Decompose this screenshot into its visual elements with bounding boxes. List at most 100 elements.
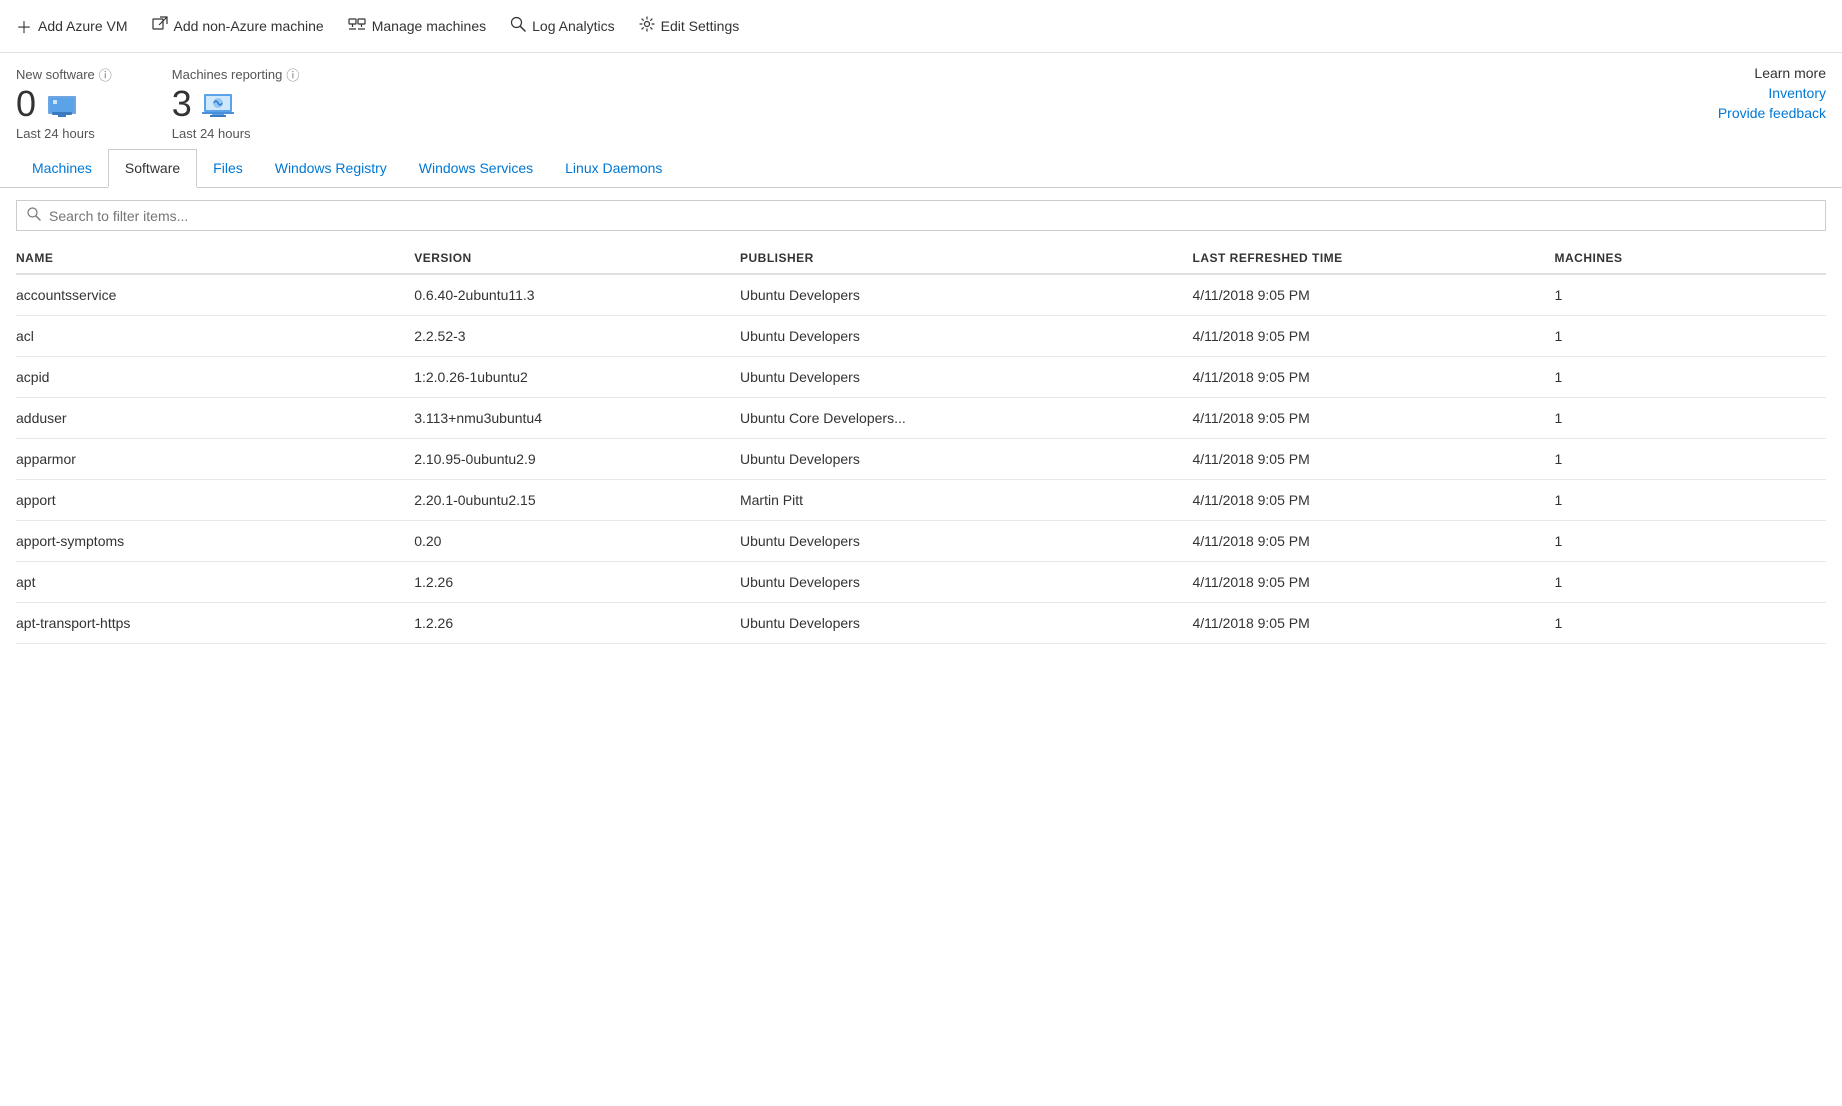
- search-box: [16, 200, 1826, 231]
- cell-version: 3.113+nmu3ubuntu4: [414, 398, 740, 439]
- cell-name: accountsservice: [16, 274, 414, 316]
- table-row[interactable]: acl 2.2.52-3 Ubuntu Developers 4/11/2018…: [16, 316, 1826, 357]
- provide-feedback-link[interactable]: Provide feedback: [1718, 105, 1826, 121]
- cell-last-refreshed: 4/11/2018 9:05 PM: [1192, 562, 1554, 603]
- cell-machines: 1: [1554, 439, 1826, 480]
- new-software-sublabel: Last 24 hours: [16, 126, 112, 141]
- cell-publisher: Ubuntu Developers: [740, 521, 1193, 562]
- table-row[interactable]: apport 2.20.1-0ubuntu2.15 Martin Pitt 4/…: [16, 480, 1826, 521]
- table-container: NAME VERSION PUBLISHER LAST REFRESHED TI…: [0, 243, 1842, 644]
- col-header-publisher: PUBLISHER: [740, 243, 1193, 274]
- cell-version: 1:2.0.26-1ubuntu2: [414, 357, 740, 398]
- cell-machines: 1: [1554, 603, 1826, 644]
- side-links: Learn more Inventory Provide feedback: [1718, 65, 1826, 121]
- software-stat-icon: [44, 86, 80, 122]
- cell-name: apport-symptoms: [16, 521, 414, 562]
- cell-name: apt-transport-https: [16, 603, 414, 644]
- cell-last-refreshed: 4/11/2018 9:05 PM: [1192, 480, 1554, 521]
- tab-files[interactable]: Files: [197, 150, 259, 188]
- table-row[interactable]: acpid 1:2.0.26-1ubuntu2 Ubuntu Developer…: [16, 357, 1826, 398]
- cell-publisher: Ubuntu Developers: [740, 439, 1193, 480]
- inventory-link[interactable]: Inventory: [1768, 85, 1826, 101]
- gear-icon: [639, 16, 655, 37]
- new-software-value: 0: [16, 86, 36, 122]
- cell-last-refreshed: 4/11/2018 9:05 PM: [1192, 603, 1554, 644]
- cell-version: 0.6.40-2ubuntu11.3: [414, 274, 740, 316]
- col-header-last-refreshed: LAST REFRESHED TIME: [1192, 243, 1554, 274]
- add-non-azure-label: Add non-Azure machine: [174, 18, 324, 34]
- new-software-stat: New software ⓘ 0 Last 24 hours: [16, 65, 112, 141]
- search-container: [0, 188, 1842, 243]
- cell-publisher: Ubuntu Developers: [740, 562, 1193, 603]
- tab-machines[interactable]: Machines: [16, 150, 108, 188]
- table-row[interactable]: adduser 3.113+nmu3ubuntu4 Ubuntu Core De…: [16, 398, 1826, 439]
- cell-name: acl: [16, 316, 414, 357]
- add-non-azure-button[interactable]: Add non-Azure machine: [152, 12, 324, 41]
- toolbar: ＋ Add Azure VM Add non-Azure machine Man…: [0, 0, 1842, 53]
- table-row[interactable]: apt 1.2.26 Ubuntu Developers 4/11/2018 9…: [16, 562, 1826, 603]
- cell-publisher: Ubuntu Core Developers...: [740, 398, 1193, 439]
- cell-last-refreshed: 4/11/2018 9:05 PM: [1192, 274, 1554, 316]
- machines-reporting-sublabel: Last 24 hours: [172, 126, 300, 141]
- cell-version: 0.20: [414, 521, 740, 562]
- cell-publisher: Ubuntu Developers: [740, 357, 1193, 398]
- learn-more-text: Learn more: [1754, 65, 1826, 81]
- cell-name: acpid: [16, 357, 414, 398]
- col-header-machines: MACHINES: [1554, 243, 1826, 274]
- cell-version: 2.2.52-3: [414, 316, 740, 357]
- cell-version: 1.2.26: [414, 562, 740, 603]
- cell-name: apport: [16, 480, 414, 521]
- cell-publisher: Ubuntu Developers: [740, 603, 1193, 644]
- plus-icon: ＋: [16, 14, 32, 38]
- cell-last-refreshed: 4/11/2018 9:05 PM: [1192, 316, 1554, 357]
- table-row[interactable]: apt-transport-https 1.2.26 Ubuntu Develo…: [16, 603, 1826, 644]
- search-input[interactable]: [49, 208, 1815, 224]
- tab-linux-daemons[interactable]: Linux Daemons: [549, 150, 678, 188]
- table-row[interactable]: apparmor 2.10.95-0ubuntu2.9 Ubuntu Devel…: [16, 439, 1826, 480]
- cell-version: 2.20.1-0ubuntu2.15: [414, 480, 740, 521]
- cell-machines: 1: [1554, 398, 1826, 439]
- external-link-icon: [152, 16, 168, 37]
- table-header-row: NAME VERSION PUBLISHER LAST REFRESHED TI…: [16, 243, 1826, 274]
- tab-windows-registry[interactable]: Windows Registry: [259, 150, 403, 188]
- cell-machines: 1: [1554, 316, 1826, 357]
- cell-name: apt: [16, 562, 414, 603]
- cell-machines: 1: [1554, 521, 1826, 562]
- edit-settings-button[interactable]: Edit Settings: [639, 12, 740, 41]
- cell-machines: 1: [1554, 357, 1826, 398]
- col-header-name: NAME: [16, 243, 414, 274]
- cell-machines: 1: [1554, 274, 1826, 316]
- edit-settings-label: Edit Settings: [661, 18, 740, 34]
- machine-stat-icon: [200, 86, 236, 122]
- log-analytics-button[interactable]: Log Analytics: [510, 12, 615, 41]
- cell-version: 2.10.95-0ubuntu2.9: [414, 439, 740, 480]
- search-icon: [27, 207, 41, 224]
- cell-publisher: Martin Pitt: [740, 480, 1193, 521]
- cell-name: adduser: [16, 398, 414, 439]
- add-azure-vm-button[interactable]: ＋ Add Azure VM: [16, 10, 128, 42]
- manage-icon: [348, 17, 366, 36]
- tabs: Machines Software Files Windows Registry…: [0, 149, 1842, 188]
- cell-name: apparmor: [16, 439, 414, 480]
- cell-last-refreshed: 4/11/2018 9:05 PM: [1192, 357, 1554, 398]
- software-table: NAME VERSION PUBLISHER LAST REFRESHED TI…: [16, 243, 1826, 644]
- cell-machines: 1: [1554, 480, 1826, 521]
- table-row[interactable]: apport-symptoms 0.20 Ubuntu Developers 4…: [16, 521, 1826, 562]
- manage-machines-button[interactable]: Manage machines: [348, 13, 486, 40]
- machines-reporting-stat: Machines reporting ⓘ 3 Last 24 hours: [172, 65, 300, 141]
- tab-software[interactable]: Software: [108, 149, 197, 188]
- col-header-version: VERSION: [414, 243, 740, 274]
- tab-windows-services[interactable]: Windows Services: [403, 150, 549, 188]
- stats-row: New software ⓘ 0 Last 24 hours Machines …: [0, 53, 1842, 149]
- cell-last-refreshed: 4/11/2018 9:05 PM: [1192, 439, 1554, 480]
- log-analytics-label: Log Analytics: [532, 18, 615, 34]
- machines-reporting-info-icon[interactable]: ⓘ: [286, 65, 299, 84]
- new-software-label: New software ⓘ: [16, 65, 112, 84]
- cell-machines: 1: [1554, 562, 1826, 603]
- table-row[interactable]: accountsservice 0.6.40-2ubuntu11.3 Ubunt…: [16, 274, 1826, 316]
- new-software-info-icon[interactable]: ⓘ: [99, 65, 112, 84]
- cell-publisher: Ubuntu Developers: [740, 316, 1193, 357]
- manage-machines-label: Manage machines: [372, 18, 486, 34]
- cell-version: 1.2.26: [414, 603, 740, 644]
- add-azure-vm-label: Add Azure VM: [38, 18, 128, 34]
